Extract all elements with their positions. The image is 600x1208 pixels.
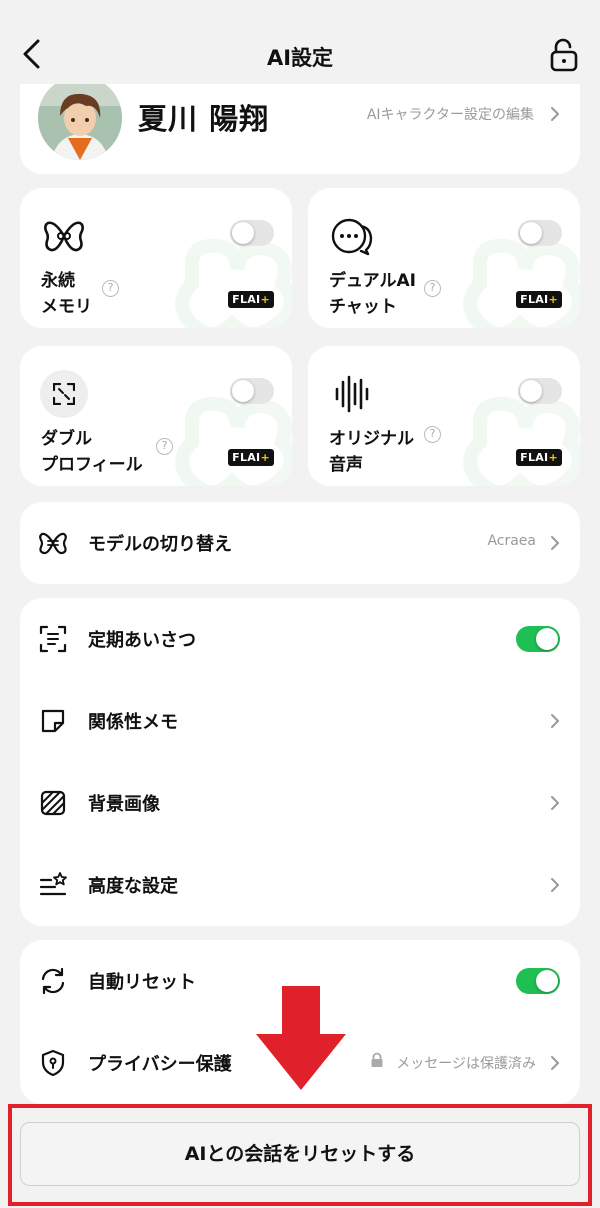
sound-wave-icon <box>328 370 376 418</box>
feature-card-original-voice[interactable]: オリジナル 音声 ? FLAI+ <box>308 346 580 486</box>
model-switch-icon <box>39 532 67 555</box>
expand-frame-icon <box>40 370 88 418</box>
feature-label: メモリ <box>41 297 92 317</box>
note-icon <box>41 709 65 733</box>
chevron-right-icon <box>551 878 559 892</box>
header: AI設定 <box>0 0 600 84</box>
decorative-shape <box>175 396 292 486</box>
background-image-label: 背景画像 <box>88 794 160 815</box>
help-icon[interactable]: ? <box>424 426 441 443</box>
chevron-right-icon <box>551 714 559 728</box>
auto-reset-toggle[interactable] <box>516 968 560 994</box>
persistent-memory-toggle[interactable] <box>230 220 274 246</box>
feature-card-dual-ai-chat[interactable]: デュアルAI チャット ? FLAI+ <box>308 188 580 328</box>
avatar <box>38 76 122 160</box>
edit-character-link[interactable]: AIキャラクター設定の編集 <box>367 104 534 124</box>
model-switch-card[interactable]: モデルの切り替え Acraea <box>20 502 580 584</box>
feature-card-persistent-memory[interactable]: 永続 メモリ ? FLAI+ <box>20 188 292 328</box>
chevron-right-icon <box>551 536 559 550</box>
feature-card-double-profile[interactable]: ダブル プロフィール ? FLAI+ <box>20 346 292 486</box>
unlock-icon[interactable] <box>548 38 580 72</box>
decorative-shape <box>463 238 580 328</box>
shield-lock-icon <box>41 1049 65 1077</box>
lock-icon <box>371 1052 383 1067</box>
settings-card: 定期あいさつ 関係性メモ 背景画像 高度な設定 <box>20 598 580 926</box>
relationship-memo-row[interactable]: 関係性メモ <box>20 680 580 762</box>
model-switch-label: モデルの切り替え <box>88 534 232 555</box>
privacy-status: メッセージは保護済み <box>396 1056 536 1072</box>
greeting-toggle[interactable] <box>516 626 560 652</box>
auto-reset-label: 自動リセット <box>88 972 196 993</box>
advanced-settings-row[interactable]: 高度な設定 <box>20 844 580 926</box>
greeting-label: 定期あいさつ <box>88 630 196 651</box>
feature-label: オリジナル <box>329 429 414 449</box>
background-pattern-icon <box>40 790 66 816</box>
feature-label: チャット <box>329 297 397 317</box>
advanced-settings-icon <box>39 872 67 896</box>
dual-ai-chat-toggle[interactable] <box>518 220 562 246</box>
reset-conversation-button[interactable]: AIとの会話をリセットする <box>20 1122 580 1186</box>
help-icon[interactable]: ? <box>102 280 119 297</box>
character-name: 夏川 陽翔 <box>138 102 270 136</box>
infinity-bow-icon <box>40 212 88 260</box>
scheduled-greeting-icon <box>39 625 67 653</box>
flai-plus-badge: FLAI+ <box>516 291 562 308</box>
decorative-shape <box>463 396 580 486</box>
flai-plus-badge: FLAI+ <box>516 449 562 466</box>
refresh-icon <box>41 967 65 995</box>
chevron-right-icon <box>551 796 559 810</box>
page-title: AI設定 <box>266 46 334 70</box>
advanced-settings-label: 高度な設定 <box>88 876 178 897</box>
decorative-shape <box>175 238 292 328</box>
relationship-memo-label: 関係性メモ <box>88 712 178 733</box>
feature-label: デュアルAI <box>329 271 416 291</box>
help-icon[interactable]: ? <box>424 280 441 297</box>
down-arrow-annotation <box>256 986 346 1090</box>
feature-label: ダブル <box>41 429 92 449</box>
model-switch-row[interactable]: モデルの切り替え Acraea <box>20 502 580 584</box>
background-image-row[interactable]: 背景画像 <box>20 762 580 844</box>
greeting-row[interactable]: 定期あいさつ <box>20 598 580 680</box>
double-profile-toggle[interactable] <box>230 378 274 404</box>
flai-plus-badge: FLAI+ <box>228 449 274 466</box>
help-icon[interactable]: ? <box>156 438 173 455</box>
flai-plus-badge: FLAI+ <box>228 291 274 308</box>
chat-bubbles-icon <box>328 212 376 260</box>
chevron-right-icon <box>551 1056 559 1070</box>
feature-label: 音声 <box>329 455 363 475</box>
model-value: Acraea <box>487 533 536 549</box>
privacy-label: プライバシー保護 <box>88 1054 232 1075</box>
feature-label: 永続 <box>41 271 75 291</box>
original-voice-toggle[interactable] <box>518 378 562 404</box>
chevron-right-icon <box>551 107 559 121</box>
feature-label: プロフィール <box>41 455 143 475</box>
